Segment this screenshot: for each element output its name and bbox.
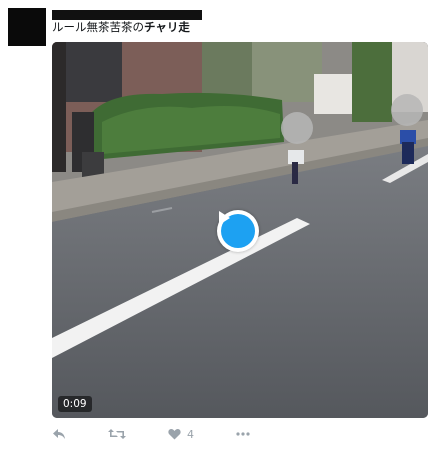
retweet-button[interactable]: [108, 428, 126, 440]
tweet-text: ルール無茶苦茶のチャリ走: [52, 20, 190, 34]
like-button[interactable]: 4: [168, 428, 194, 441]
retweet-icon: [108, 429, 126, 439]
redacted-username[interactable]: [52, 10, 202, 20]
avatar[interactable]: [8, 8, 46, 46]
video-duration: 0:09: [58, 396, 92, 412]
heart-icon: [168, 429, 181, 440]
tweet-actions: 4: [52, 426, 292, 442]
more-icon: [236, 432, 250, 436]
more-button[interactable]: [236, 432, 250, 436]
reply-button[interactable]: [52, 428, 66, 440]
reply-icon: [53, 429, 65, 439]
play-button[interactable]: [217, 210, 259, 252]
video-player[interactable]: 0:09: [52, 42, 428, 418]
like-count: 4: [187, 427, 194, 441]
tweet-text-prefix: ルール無茶苦茶の: [52, 20, 144, 34]
play-icon: [219, 211, 255, 248]
tweet-text-bold: チャリ走: [144, 20, 190, 34]
